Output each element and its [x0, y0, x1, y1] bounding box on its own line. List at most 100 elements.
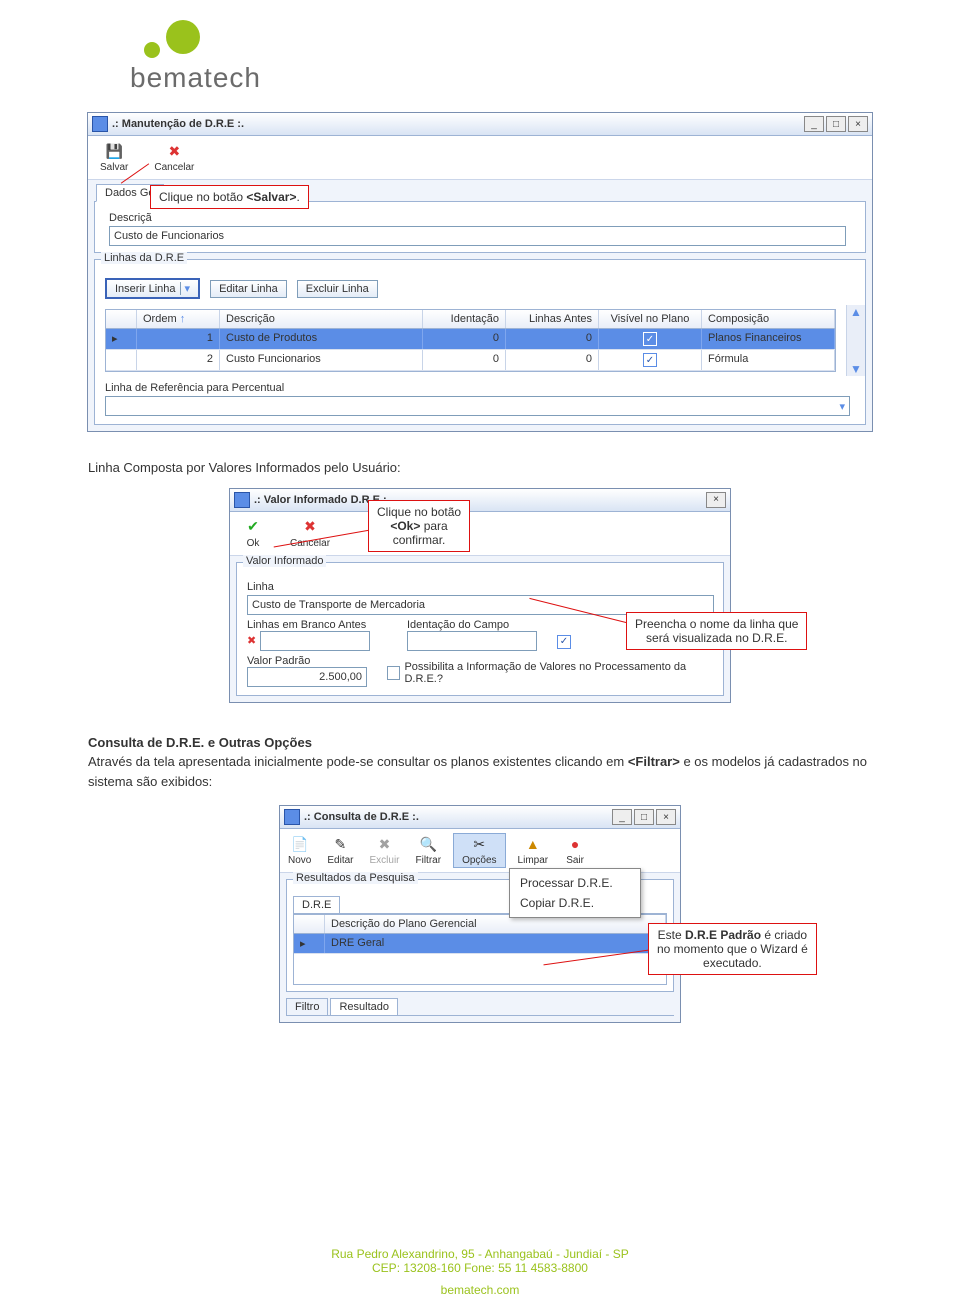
- logo-name: bematech: [130, 62, 960, 94]
- cancel-icon: ✖: [163, 142, 185, 160]
- callout-dre-padrao: Este D.R.E Padrão é criado no momento qu…: [648, 923, 817, 975]
- app-icon: [284, 809, 300, 825]
- titlebar[interactable]: .: Consulta de D.R.E :. _ □ ×: [280, 806, 680, 829]
- window-title: .: Consulta de D.R.E :.: [304, 811, 419, 823]
- file-new-icon: 📄: [289, 835, 311, 853]
- lbl-linha-referencia: Linha de Referência para Percentual: [105, 382, 855, 394]
- options-menu: Processar D.R.E. Copiar D.R.E.: [509, 868, 641, 918]
- close-button[interactable]: ×: [706, 492, 726, 508]
- maximize-button[interactable]: □: [634, 809, 654, 825]
- window-title: .: Manutenção de D.R.E :.: [112, 118, 244, 130]
- trash-icon: ✖: [373, 835, 395, 853]
- button-filtrar[interactable]: 🔍Filtrar: [412, 833, 446, 868]
- lbl-possibilita: Possibilita a Informação de Valores no P…: [404, 661, 713, 685]
- pencil-icon: ✎: [329, 835, 351, 853]
- tab-resultado[interactable]: Resultado: [330, 998, 398, 1015]
- logo-dot-small: [144, 42, 160, 58]
- col-linhas-antes[interactable]: Linhas Antes: [506, 310, 599, 328]
- cancel-button[interactable]: ✖ Cancelar: [150, 140, 198, 175]
- lbl-linha: Linha: [247, 581, 713, 593]
- floppy-icon: 💾: [103, 142, 125, 160]
- callout-preencha: Preencha o nome da linha queserá visuali…: [626, 612, 807, 650]
- close-button[interactable]: ×: [848, 116, 868, 132]
- scrollbar[interactable]: ▲ ▼: [846, 305, 865, 376]
- tab-dre[interactable]: D.R.E: [293, 896, 340, 913]
- col-identacao[interactable]: Identação: [423, 310, 506, 328]
- button-sair[interactable]: ●Sair: [560, 833, 590, 868]
- button-opcoes[interactable]: ✂Opções: [453, 833, 505, 868]
- window-manutencao-dre: .: Manutenção de D.R.E :. _ □ × 💾 Salvar…: [87, 112, 873, 432]
- search-icon: 🔍: [417, 835, 439, 853]
- section-text: Linha Composta por Valores Informados pe…: [88, 458, 872, 478]
- col-ordem[interactable]: Ordem ↑: [137, 310, 220, 328]
- lbl-linhas-branco: Linhas em Branco Antes: [247, 619, 397, 631]
- scroll-up-icon[interactable]: ▲: [850, 305, 862, 319]
- minimize-button[interactable]: _: [804, 116, 824, 132]
- button-excluir[interactable]: ✖Excluir: [365, 833, 403, 868]
- app-icon: [92, 116, 108, 132]
- tab-filtro[interactable]: Filtro: [286, 998, 328, 1015]
- toolbar: ✔ Ok ✖ Cancelar: [230, 512, 730, 556]
- group-resultados: Resultados da Pesquisa: [293, 872, 418, 884]
- input-linhas-branco[interactable]: [260, 631, 370, 651]
- checkbox-icon[interactable]: ✓: [557, 635, 571, 649]
- button-novo[interactable]: 📄Novo: [284, 833, 315, 868]
- window-valor-informado: .: Valor Informado D.R.E :. × ✔ Ok ✖ Can…: [229, 488, 731, 703]
- menu-processar[interactable]: Processar D.R.E.: [510, 873, 640, 893]
- checkbox-empty-icon[interactable]: [387, 666, 400, 680]
- input-identacao[interactable]: [407, 631, 537, 651]
- button-editar[interactable]: ✎Editar: [323, 833, 357, 868]
- error-icon: ✖: [247, 634, 256, 647]
- app-icon: [234, 492, 250, 508]
- page-footer: Rua Pedro Alexandrino, 95 - Anhangabaú -…: [0, 1247, 960, 1297]
- table-row[interactable]: ▸ DRE Geral: [294, 934, 666, 954]
- toolbar: 💾 Salvar ✖ Cancelar: [88, 136, 872, 180]
- window-consulta-dre: .: Consulta de D.R.E :. _ □ × 📄Novo ✎Edi…: [279, 805, 681, 1023]
- titlebar[interactable]: .: Manutenção de D.R.E :. _ □ ×: [88, 113, 872, 136]
- logo-dot-large: [166, 20, 200, 54]
- scroll-down-icon[interactable]: ▼: [850, 362, 862, 376]
- maximize-button[interactable]: □: [826, 116, 846, 132]
- exit-icon: ●: [564, 835, 586, 853]
- bottom-tabstrip: Filtro Resultado: [286, 998, 674, 1016]
- save-button[interactable]: 💾 Salvar: [96, 140, 132, 175]
- minimize-button[interactable]: _: [612, 809, 632, 825]
- ok-button[interactable]: ✔ Ok: [238, 516, 268, 551]
- close-button[interactable]: ×: [656, 809, 676, 825]
- lbl-identacao: Identação do Campo: [407, 619, 547, 631]
- tools-icon: ✂: [468, 835, 490, 853]
- section-heading: Consulta de D.R.E. e Outras Opções Atrav…: [88, 733, 872, 792]
- grid-header: Ordem ↑ Descrição Identação Linhas Antes…: [106, 310, 835, 329]
- col-visivel[interactable]: Visível no Plano: [599, 310, 702, 328]
- cancel-button[interactable]: ✖ Cancelar: [286, 516, 334, 551]
- group-linhas-dre: Linhas da D.R.E: [101, 252, 187, 264]
- logo: bematech: [0, 0, 960, 94]
- button-editar-linha[interactable]: Editar Linha: [210, 280, 287, 298]
- table-row[interactable]: 2 Custo Funcionarios 0 0 ✓ Fórmula: [106, 350, 835, 371]
- button-inserir-linha[interactable]: Inserir Linha▾: [105, 278, 200, 299]
- col-composicao[interactable]: Composição: [702, 310, 835, 328]
- footer-address: Rua Pedro Alexandrino, 95 - Anhangabaú -…: [0, 1247, 960, 1261]
- menu-copiar[interactable]: Copiar D.R.E.: [510, 893, 640, 913]
- table-row[interactable]: ▸ 1 Custo de Produtos 0 0 ✓ Planos Finan…: [106, 329, 835, 350]
- sort-up-icon: ↑: [180, 313, 186, 325]
- lbl-descricao: Descriçã: [109, 212, 851, 224]
- cancel-icon: ✖: [299, 518, 321, 536]
- footer-site[interactable]: bematech.com: [0, 1283, 960, 1297]
- input-valor-padrao[interactable]: 2.500,00: [247, 667, 367, 687]
- chevron-down-icon: ▾: [180, 282, 191, 295]
- dropdown-linha-referencia[interactable]: ▾: [105, 396, 850, 416]
- check-circle-icon: ✔: [242, 518, 264, 536]
- broom-icon: ▲: [522, 835, 544, 853]
- group-valor-informado: Valor Informado: [243, 555, 326, 567]
- lbl-valor-padrao: Valor Padrão: [247, 655, 377, 667]
- row-indicator-icon: ▸: [106, 329, 137, 349]
- button-excluir-linha[interactable]: Excluir Linha: [297, 280, 378, 298]
- titlebar[interactable]: .: Valor Informado D.R.E :. ×: [230, 489, 730, 512]
- button-limpar[interactable]: ▲Limpar: [514, 833, 553, 868]
- checkbox-checked-icon[interactable]: ✓: [643, 332, 657, 346]
- toolbar: 📄Novo ✎Editar ✖Excluir 🔍Filtrar ✂Opções …: [280, 829, 680, 873]
- input-descricao[interactable]: Custo de Funcionarios: [109, 226, 846, 246]
- col-descricao[interactable]: Descrição: [220, 310, 423, 328]
- checkbox-checked-icon[interactable]: ✓: [643, 353, 657, 367]
